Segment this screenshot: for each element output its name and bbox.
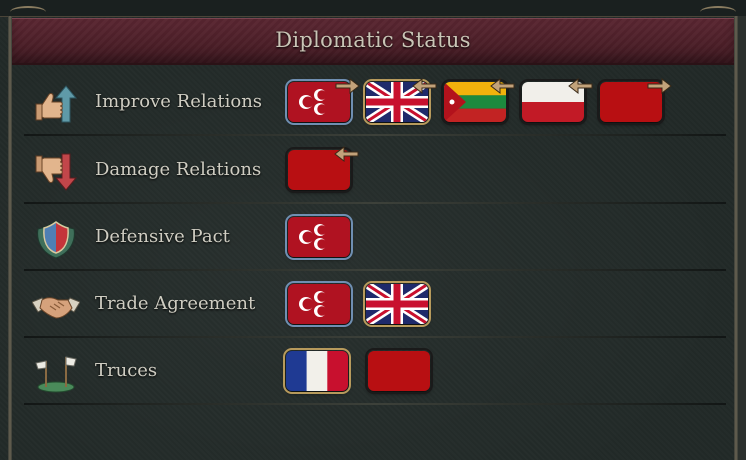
row-divider	[24, 202, 726, 204]
arrow-left-icon	[568, 78, 593, 94]
row-divider	[24, 336, 726, 338]
panel-title: Diplomatic Status	[275, 28, 471, 52]
row-trade-agreement: Trade Agreement	[24, 272, 726, 338]
row-truces: Truces	[24, 339, 726, 405]
row-divider	[24, 134, 726, 136]
thumbs-down-arrow-icon	[32, 152, 80, 192]
background-map-edge	[738, 16, 746, 460]
row-defensive-pact: Defensive Pact	[24, 205, 726, 271]
panel-header: Diplomatic Status	[12, 18, 734, 65]
row-improve-relations: Improve Relations	[24, 70, 726, 136]
left-frame-border	[8, 16, 12, 460]
row-label-improve-relations: Improve Relations	[95, 91, 263, 112]
handshake-icon	[31, 286, 81, 326]
diplomatic-status-panel: Diplomatic Status Improve Relations Dama…	[0, 0, 746, 460]
ottoman-flag[interactable]	[285, 214, 353, 260]
arrow-right-icon	[335, 78, 360, 94]
thumbs-up-arrow-icon	[32, 84, 80, 124]
right-corner-ornament	[700, 6, 736, 18]
shield-icon	[32, 219, 80, 259]
ottoman-flag[interactable]	[285, 281, 353, 327]
row-label-damage-relations: Damage Relations	[95, 159, 262, 180]
arrow-right-icon	[647, 78, 672, 94]
arrow-left-icon	[490, 78, 515, 94]
france-flag[interactable]	[283, 348, 351, 394]
britain-flag[interactable]	[363, 281, 431, 327]
arrow-left-icon	[412, 78, 437, 94]
row-label-truces: Truces	[95, 360, 158, 381]
row-damage-relations: Damage Relations	[24, 138, 726, 204]
row-divider	[24, 403, 726, 405]
white-flags-icon	[32, 353, 80, 393]
top-border-strip	[0, 0, 746, 17]
red-flag[interactable]	[365, 348, 433, 394]
arrow-left-icon	[334, 146, 359, 162]
row-label-defensive-pact: Defensive Pact	[95, 226, 230, 247]
row-divider	[24, 269, 726, 271]
left-corner-ornament	[10, 6, 46, 18]
row-label-trade-agreement: Trade Agreement	[95, 293, 256, 314]
